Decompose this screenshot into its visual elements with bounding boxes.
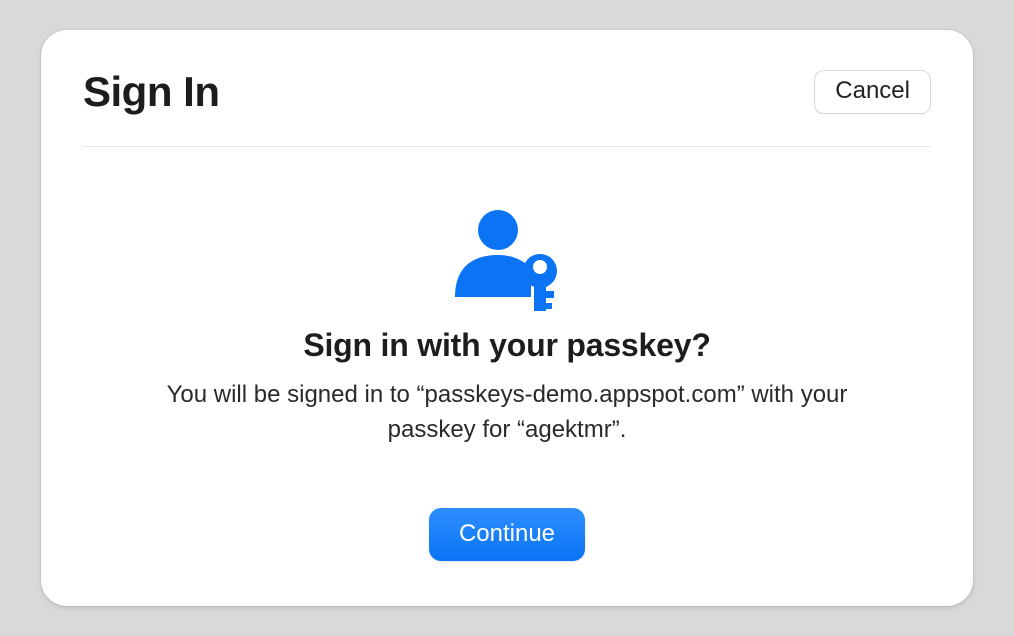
continue-button[interactable]: Continue [429,508,585,561]
signin-dialog: Sign In Cancel Sign in with your passkey… [41,30,973,606]
dialog-header: Sign In Cancel [83,68,931,147]
prompt-description: You will be signed in to “passkeys-demo.… [127,378,887,448]
passkey-icon [454,209,560,313]
cancel-button[interactable]: Cancel [814,70,931,114]
dialog-title: Sign In [83,68,220,116]
prompt-title: Sign in with your passkey? [303,327,710,364]
dialog-body: Sign in with your passkey? You will be s… [83,147,931,570]
